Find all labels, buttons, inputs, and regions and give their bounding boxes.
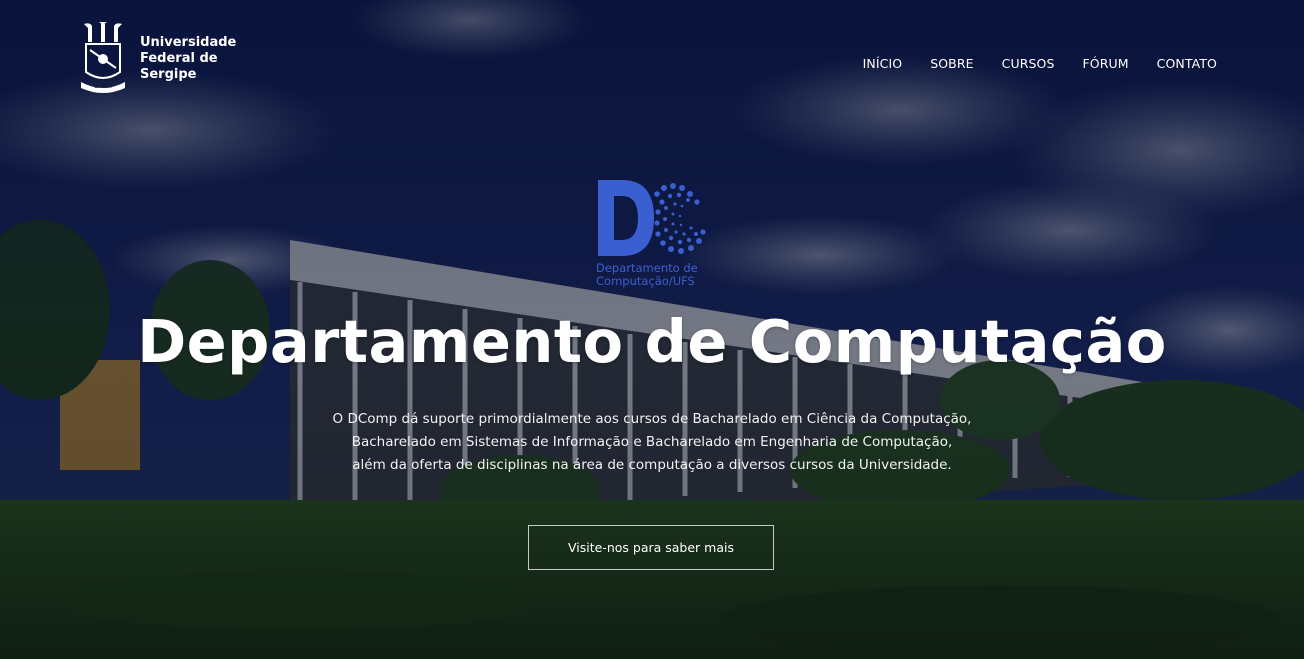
ufs-name-line3: Sergipe xyxy=(140,67,197,82)
hero-description-line1: O DComp dá suporte primordialmente aos c… xyxy=(332,411,972,427)
ufs-name-line2: Federal de xyxy=(140,51,218,66)
page-title: Departamento de Computação xyxy=(137,307,1167,376)
hero-section: LUMEN Universidade Federal de Sergipe IN… xyxy=(0,0,1304,659)
nav-sobre[interactable]: SOBRE xyxy=(930,56,973,71)
visit-us-button[interactable]: Visite-nos para saber mais xyxy=(528,525,774,570)
ufs-brand[interactable]: LUMEN Universidade Federal de Sergipe xyxy=(78,22,240,96)
hero-description: O DComp dá suporte primordialmente aos c… xyxy=(252,408,1052,477)
ufs-crest-icon: LUMEN xyxy=(81,22,125,93)
hero-description-line3: além da oferta de disciplinas na área de… xyxy=(352,457,952,473)
dcomp-logo-caption: Departamento de Computação/UFS xyxy=(596,262,698,288)
hero-description-line2: Bacharelado em Sistemas de Informação e … xyxy=(351,434,953,450)
nav-inicio[interactable]: INÍCIO xyxy=(863,56,903,71)
nav-contato[interactable]: CONTATO xyxy=(1157,56,1217,71)
ufs-name-line1: Universidade xyxy=(140,35,237,50)
main-nav: INÍCIO SOBRE CURSOS FÓRUM CONTATO xyxy=(835,56,1217,71)
ufs-name: Universidade Federal de Sergipe xyxy=(140,35,240,83)
dcomp-logo-caption-line2: Computação/UFS xyxy=(596,274,695,288)
nav-forum[interactable]: FÓRUM xyxy=(1083,56,1129,71)
svg-text:LUMEN: LUMEN xyxy=(94,84,112,90)
nav-cursos[interactable]: CURSOS xyxy=(1002,56,1055,71)
